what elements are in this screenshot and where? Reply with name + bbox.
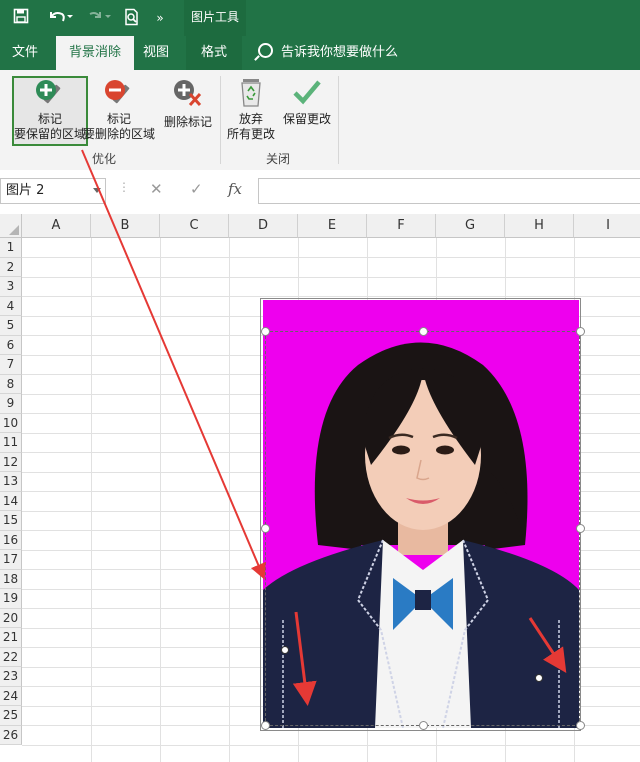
- arrow-left-mark: [292, 611, 317, 706]
- arrow-to-photo: [81, 149, 266, 580]
- arrow-right-mark: [528, 617, 567, 674]
- annotation-arrows: [81, 149, 567, 706]
